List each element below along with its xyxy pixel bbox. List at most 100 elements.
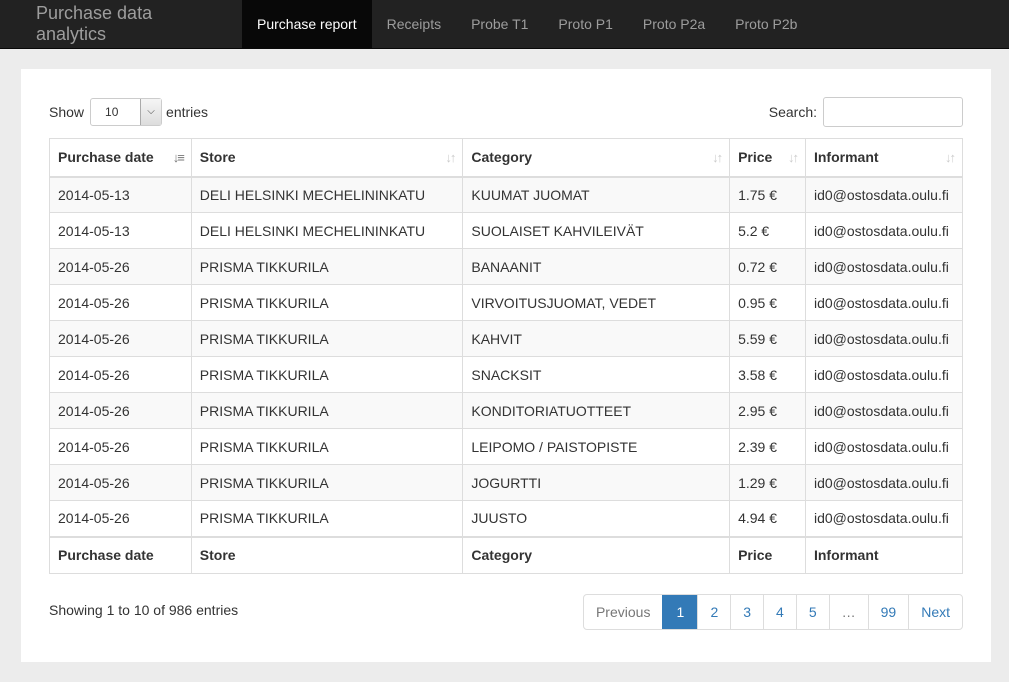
show-label: Show (49, 104, 85, 120)
footer-header-row: Purchase date Store Category Price Infor… (49, 535, 964, 574)
cell-store: PRISMA TIKKURILA (190, 248, 464, 285)
cell-category: VIRVOITUSJUOMAT, VEDET (462, 284, 731, 321)
nav-item-proto-p1[interactable]: Proto P1 (543, 0, 627, 48)
cell-informant: id0@ostosdata.oulu.fi (804, 464, 964, 501)
cell-category: SNACKSIT (462, 356, 731, 393)
pagination-next[interactable]: Next (908, 595, 962, 629)
footer-header-informant: Informant (804, 535, 964, 574)
cell-store: PRISMA TIKKURILA (190, 500, 464, 537)
column-header-purchase-date[interactable]: Purchase date ↓≡ (49, 138, 192, 178)
entries-label: entries (166, 104, 209, 120)
main-nav: Purchase report Receipts Probe T1 Proto … (242, 0, 812, 48)
cell-price: 0.95 € (729, 284, 806, 321)
footer-header-purchase-date: Purchase date (49, 535, 192, 574)
app-brand[interactable]: Purchase data analytics (0, 0, 242, 48)
cell-informant: id0@ostosdata.oulu.fi (804, 500, 964, 537)
page-length-control: Show 10 ⌵ entries (49, 97, 208, 127)
table-info: Showing 1 to 10 of 986 entries (49, 602, 239, 618)
cell-informant: id0@ostosdata.oulu.fi (804, 248, 964, 285)
cell-informant: id0@ostosdata.oulu.fi (804, 320, 964, 357)
table-row: 2014-05-13 DELI HELSINKI MECHELININKATU KU… (49, 176, 964, 213)
cell-purchase-date: 2014-05-26 (49, 428, 192, 465)
table-row: 2014-05-26 PRISMA TIKKURILA LEIPOMO / PAIS… (49, 428, 964, 465)
table-controls: Show 10 ⌵ entries Search: (49, 97, 963, 127)
pagination: Previous 1 2 3 4 5 … 99 Next (582, 594, 963, 630)
cell-informant: id0@ostosdata.oulu.fi (804, 212, 964, 249)
cell-price: 2.39 € (729, 428, 806, 465)
cell-informant: id0@ostosdata.oulu.fi (804, 284, 964, 321)
search-control: Search: (769, 97, 963, 127)
footer-header-price: Price (729, 535, 806, 574)
cell-informant: id0@ostosdata.oulu.fi (804, 356, 964, 393)
cell-purchase-date: 2014-05-13 (49, 212, 192, 249)
cell-category: KONDITORIATUOTTEET (462, 392, 731, 429)
footer-header-store: Store (190, 535, 464, 574)
cell-purchase-date: 2014-05-26 (49, 356, 192, 393)
table-row: 2014-05-26 PRISMA TIKKURILA KAHVIT 5.59 € id… (49, 320, 964, 357)
cell-price: 2.95 € (729, 392, 806, 429)
sort-both-icon: ↓↑ (712, 150, 723, 165)
pagination-page-5[interactable]: 5 (795, 595, 829, 629)
pagination-page-4[interactable]: 4 (763, 595, 796, 629)
pagination-page-99[interactable]: 99 (867, 595, 909, 629)
cell-purchase-date: 2014-05-26 (49, 500, 192, 537)
table-row: 2014-05-26 PRISMA TIKKURILA JOGURTTI 1.29 €… (49, 464, 964, 501)
cell-purchase-date: 2014-05-26 (49, 392, 192, 429)
column-header-store[interactable]: Store ↓↑ (190, 138, 464, 178)
cell-category: KUUMAT JUOMAT (462, 176, 731, 213)
nav-item-proto-p2a[interactable]: Proto P2a (628, 0, 720, 48)
nav-item-receipts[interactable]: Receipts (372, 0, 456, 48)
purchase-table: Purchase date ↓≡ Store ↓↑ Category ↓↑ Price… (49, 138, 964, 574)
cell-informant: id0@ostosdata.oulu.fi (804, 176, 964, 213)
pagination-page-3[interactable]: 3 (730, 595, 763, 629)
cell-purchase-date: 2014-05-26 (49, 320, 192, 357)
search-input[interactable] (823, 97, 963, 127)
nav-item-purchase-report[interactable]: Purchase report (242, 0, 372, 48)
cell-store: PRISMA TIKKURILA (190, 284, 464, 321)
cell-price: 1.75 € (729, 176, 806, 213)
sort-both-icon: ↓↑ (945, 150, 956, 165)
cell-purchase-date: 2014-05-13 (49, 176, 192, 213)
table-row: 2014-05-13 DELI HELSINKI MECHELININKATU SU… (49, 212, 964, 249)
cell-price: 5.2 € (729, 212, 806, 249)
cell-price: 1.29 € (729, 464, 806, 501)
column-header-price[interactable]: Price ↓↑ (729, 138, 806, 178)
cell-price: 3.58 € (729, 356, 806, 393)
nav-item-probe-t1[interactable]: Probe T1 (456, 0, 543, 48)
cell-informant: id0@ostosdata.oulu.fi (804, 428, 964, 465)
sort-ascending-icon: ↓≡ (172, 150, 185, 165)
header-row: Purchase date ↓≡ Store ↓↑ Category ↓↑ Price… (49, 138, 964, 178)
footer-header-category: Category (462, 535, 731, 574)
table-body: 2014-05-13 DELI HELSINKI MECHELININKATU KU… (49, 176, 964, 537)
table-row: 2014-05-26 PRISMA TIKKURILA SNACKSIT 3.58 €… (49, 356, 964, 393)
cell-purchase-date: 2014-05-26 (49, 284, 192, 321)
pagination-page-1[interactable]: 1 (662, 595, 698, 629)
report-panel: Show 10 ⌵ entries Search: Purchase date ↓… (21, 69, 991, 662)
cell-category: LEIPOMO / PAISTOPISTE (462, 428, 731, 465)
pagination-page-2[interactable]: 2 (697, 595, 730, 629)
nav-item-proto-p2b[interactable]: Proto P2b (720, 0, 812, 48)
cell-store: DELI HELSINKI MECHELININKATU (190, 176, 464, 213)
column-header-informant[interactable]: Informant ↓↑ (804, 138, 964, 178)
column-header-category[interactable]: Category ↓↑ (462, 138, 731, 178)
cell-category: JUUSTO (462, 500, 731, 537)
table-row: 2014-05-26 PRISMA TIKKURILA JUUSTO 4.94 € id… (49, 500, 964, 537)
cell-category: SUOLAISET KAHVILEIVÄT (462, 212, 731, 249)
cell-category: KAHVIT (462, 320, 731, 357)
page-length-select[interactable]: 10 ⌵ (90, 98, 163, 126)
table-row: 2014-05-26 PRISMA TIKKURILA KONDITORIATUOT… (49, 392, 964, 429)
chevron-down-icon[interactable]: ⌵ (140, 99, 162, 125)
page-length-value: 10 (105, 105, 119, 119)
cell-store: PRISMA TIKKURILA (190, 392, 464, 429)
cell-purchase-date: 2014-05-26 (49, 248, 192, 285)
top-navbar: Purchase data analytics Purchase report … (0, 0, 1009, 49)
table-row: 2014-05-26 PRISMA TIKKURILA BANAANIT 0.72 €… (49, 248, 964, 285)
cell-purchase-date: 2014-05-26 (49, 464, 192, 501)
cell-store: PRISMA TIKKURILA (190, 320, 464, 357)
cell-price: 0.72 € (729, 248, 806, 285)
pagination-previous[interactable]: Previous (584, 595, 662, 629)
sort-both-icon: ↓↑ (445, 150, 456, 165)
search-label: Search: (768, 104, 817, 120)
pagination-ellipsis: … (828, 595, 868, 629)
cell-price: 4.94 € (729, 500, 806, 537)
